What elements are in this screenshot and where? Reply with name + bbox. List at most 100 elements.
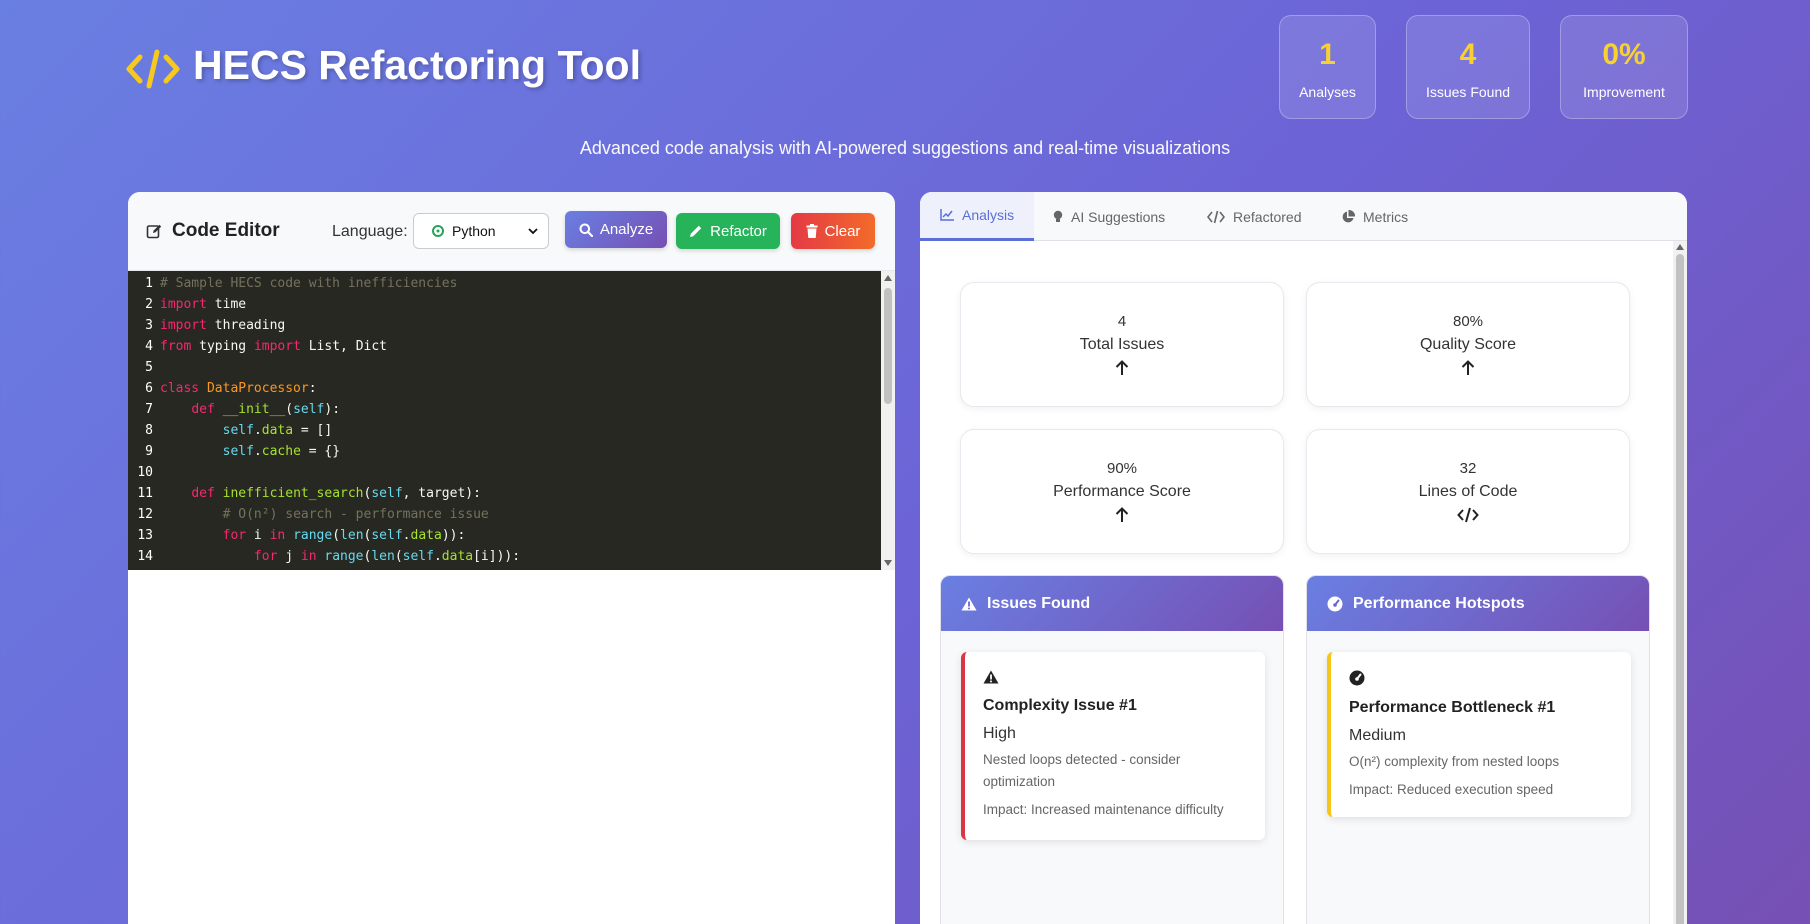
metric-label: Total Issues — [1079, 336, 1165, 353]
code-text: class DataProcessor: — [160, 381, 317, 396]
refactor-button[interactable]: Refactor — [676, 213, 780, 249]
code-text: for i in range(len(self.data)): — [222, 528, 466, 543]
code-line: 7 def __init__(self): — [128, 399, 895, 420]
line-number: 8 — [145, 423, 153, 438]
clear-button[interactable]: Clear — [791, 213, 875, 249]
code-text: # O(n²) search - performance issue — [222, 507, 489, 522]
code-line: 11 def inefficient_search(self, target): — [128, 483, 895, 504]
issues-found-section: Issues Found Complexity Issue #1 High Ne… — [940, 575, 1284, 924]
code-line: 13 for i in range(len(self.data)): — [128, 525, 895, 546]
line-number: 13 — [137, 528, 153, 543]
tab-ai-suggestions[interactable]: AI Suggestions — [1053, 192, 1165, 241]
scrollbar-thumb[interactable] — [1676, 254, 1684, 924]
editor-toolbar: Code Editor Language: Python Analyze Ref… — [128, 192, 895, 271]
performance-hotspots-header: Performance Hotspots — [1307, 576, 1649, 631]
line-number: 6 — [145, 381, 153, 396]
results-panel: Analysis AI Suggestions Refactored Metri… — [920, 192, 1687, 924]
metric-card-lines-of-code: 32 Lines of Code — [1306, 429, 1630, 554]
issues-found-title: Issues Found — [987, 594, 1091, 612]
pencil-icon — [690, 225, 702, 237]
clear-button-label: Clear — [824, 222, 861, 240]
tab-metrics[interactable]: Metrics — [1341, 192, 1408, 241]
code-line: 2 import time — [128, 294, 895, 315]
metric-label: Performance Score — [1053, 483, 1191, 500]
code-textarea[interactable]: 1 # Sample HECS code with inefficiencies 2… — [128, 271, 895, 570]
code-icon — [1307, 507, 1629, 525]
stat-label: Issues Found — [1425, 84, 1511, 100]
code-text: for j in range(len(self.data[i])): — [253, 549, 521, 564]
line-number: 1 — [145, 276, 153, 291]
stat-label: Improvement — [1583, 84, 1665, 100]
issue-title: Complexity Issue #1 — [983, 697, 1137, 714]
line-number: 5 — [145, 360, 153, 375]
page-subtitle: Advanced code analysis with AI-powered s… — [579, 138, 1231, 158]
performance-hotspots-section: Performance Hotspots Performance Bottlen… — [1306, 575, 1650, 924]
warning-icon — [983, 670, 999, 684]
code-line: 6 class DataProcessor: — [128, 378, 895, 399]
metric-label: Lines of Code — [1418, 483, 1518, 500]
code-line: 1 # Sample HECS code with inefficiencies — [128, 273, 895, 294]
arrow-up-icon — [961, 360, 1283, 378]
scrollbar-thumb[interactable] — [884, 288, 892, 404]
metric-value: 4 — [1117, 313, 1127, 330]
line-number: 9 — [145, 444, 153, 459]
code-line: 4 from typing import List, Dict — [128, 336, 895, 357]
line-chart-icon — [940, 209, 954, 221]
code-lines: 1 # Sample HECS code with inefficiencies 2… — [128, 273, 895, 567]
results-tabs: Analysis AI Suggestions Refactored Metri… — [920, 192, 1687, 241]
tab-label: Refactored — [1233, 208, 1302, 225]
issue-description: Nested loops detected - consider optimiz… — [983, 752, 1181, 789]
hotspot-impact: Impact: Reduced execution speed — [1349, 782, 1554, 797]
tab-label: Analysis — [962, 207, 1015, 223]
code-text: import threading — [160, 318, 286, 333]
metric-value: 80% — [1452, 313, 1484, 330]
line-number: 14 — [137, 549, 153, 564]
hotspot-severity: Medium — [1349, 727, 1406, 744]
gauge-icon — [1349, 670, 1365, 686]
tab-refactored[interactable]: Refactored — [1207, 192, 1301, 241]
line-number: 4 — [145, 339, 153, 354]
code-scrollbar[interactable] — [881, 271, 895, 570]
editor-title: Code Editor — [146, 220, 280, 242]
gauge-icon — [1327, 596, 1343, 611]
code-text: def inefficient_search(self, target): — [191, 486, 481, 501]
language-select[interactable]: Python — [413, 213, 549, 249]
code-line: 10 — [128, 462, 895, 483]
warning-icon — [961, 597, 977, 610]
metric-card-quality-score: 80% Quality Score — [1306, 282, 1630, 407]
code-icon — [1207, 210, 1225, 223]
hotspot-description: O(n²) complexity from nested loops — [1349, 754, 1560, 769]
code-text: from typing import List, Dict — [160, 339, 387, 354]
trash-icon — [806, 224, 818, 238]
chevron-down-icon — [528, 228, 538, 235]
pie-chart-icon — [1342, 209, 1355, 222]
analyze-button[interactable]: Analyze — [565, 211, 667, 248]
hotspot-title: Performance Bottleneck #1 — [1349, 699, 1556, 716]
hotspot-card: Performance Bottleneck #1 Medium O(n²) c… — [1327, 652, 1631, 817]
code-line: 5 — [128, 357, 895, 378]
line-number: 7 — [145, 402, 153, 417]
code-text: def __init__(self): — [191, 402, 341, 417]
stat-card-analyses: 1 Analyses — [1279, 15, 1376, 119]
python-icon — [432, 225, 444, 237]
results-scrollbar[interactable] — [1673, 241, 1687, 924]
code-line: 14 for j in range(len(self.data[i])): — [128, 546, 895, 567]
performance-hotspots-title: Performance Hotspots — [1353, 594, 1525, 612]
code-line: 9 self.cache = {} — [128, 441, 895, 462]
tab-analysis[interactable]: Analysis — [920, 192, 1034, 241]
stat-value: 1 — [1319, 38, 1336, 71]
language-label: Language: — [332, 223, 408, 240]
stat-value: 4 — [1459, 38, 1477, 71]
code-line: 3 import threading — [128, 315, 895, 336]
arrow-up-icon — [961, 507, 1283, 525]
code-text: # Sample HECS code with inefficiencies — [160, 276, 458, 291]
code-text: self.data = [] — [222, 423, 333, 438]
line-number: 12 — [137, 507, 153, 522]
scroll-up-icon — [884, 275, 892, 281]
tab-label: Metrics — [1363, 208, 1409, 225]
editor-title-text: Code Editor — [172, 220, 280, 241]
lightbulb-icon — [1053, 210, 1063, 222]
code-editor-panel: Code Editor Language: Python Analyze Ref… — [128, 192, 895, 924]
arrow-up-icon — [1307, 360, 1629, 378]
